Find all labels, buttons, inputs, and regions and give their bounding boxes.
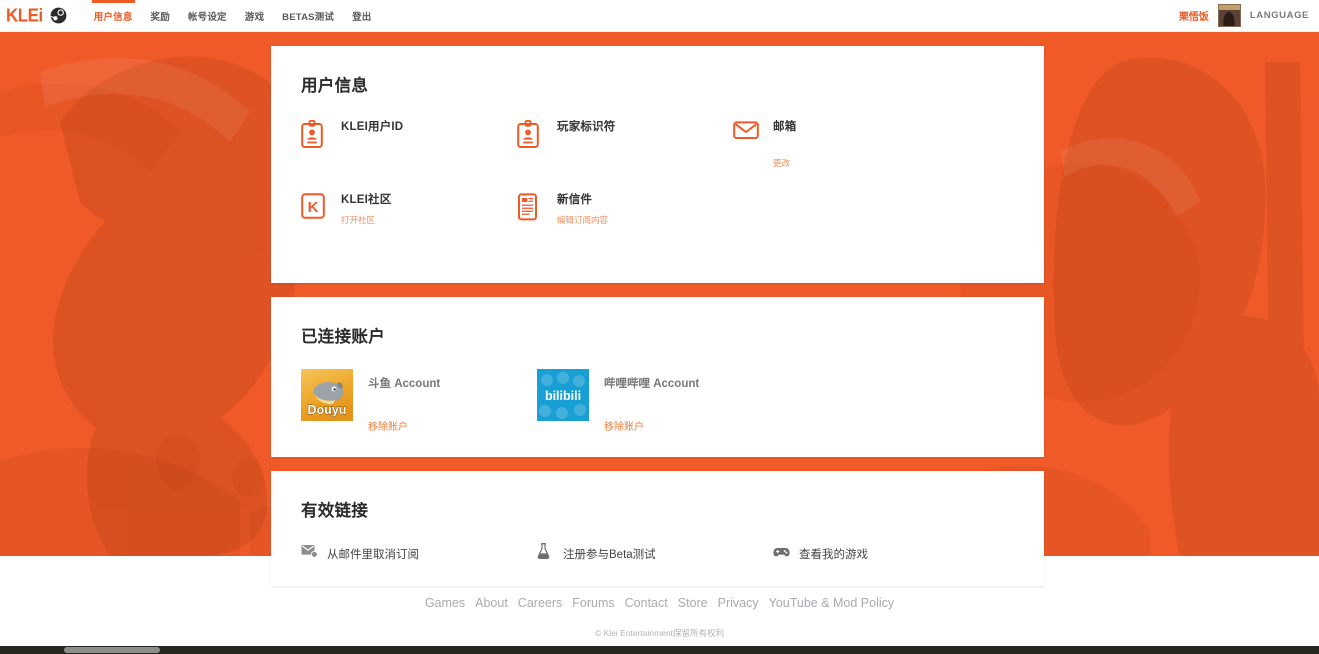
connected-accounts-title: 已连接账户	[301, 323, 1014, 347]
info-value	[557, 137, 733, 149]
info-body: 邮箱 更改	[773, 118, 949, 171]
avatar[interactable]	[1218, 4, 1241, 27]
user-info-card: 用户信息 KLEI用户ID	[271, 46, 1044, 283]
remove-account-link-douyu[interactable]: 移除账户	[368, 422, 408, 433]
mail-unsubscribe-icon	[301, 544, 318, 563]
brand-area[interactable]: KLEi	[0, 6, 67, 26]
envelope-icon	[733, 118, 759, 171]
connected-account-bilibili: bilibili 哔哩哔哩 Account 移除账户	[537, 369, 773, 435]
steam-icon[interactable]	[50, 7, 67, 24]
link-my-games[interactable]: 查看我的游戏	[773, 543, 1009, 564]
nav-item-rewards[interactable]: 奖励	[142, 0, 179, 32]
info-item-email: 邮箱 更改	[733, 118, 949, 171]
account-name: 斗鱼 Account	[368, 375, 440, 391]
account-details: 斗鱼 Account 移除账户	[368, 369, 440, 435]
change-email-link[interactable]: 更改	[773, 157, 790, 169]
open-community-link[interactable]: 打开社区	[341, 214, 375, 226]
link-label: 查看我的游戏	[799, 546, 868, 562]
id-badge-icon	[517, 118, 543, 171]
nav-label: BETAS测试	[282, 9, 334, 23]
user-info-title: 用户信息	[301, 72, 1014, 96]
info-label: KLEI用户ID	[341, 118, 517, 134]
nav-item-account-settings[interactable]: 帐号设定	[179, 0, 236, 32]
useful-links-title: 有效链接	[301, 497, 1014, 521]
main-nav: 用户信息 奖励 帐号设定 游戏 BETAS测试 登出	[85, 0, 381, 32]
nav-item-games[interactable]: 游戏	[236, 0, 273, 32]
info-value	[773, 137, 949, 149]
horizontal-scrollbar[interactable]	[0, 646, 1319, 654]
nav-item-betas[interactable]: BETAS测试	[273, 0, 343, 32]
info-label: 新信件	[557, 191, 733, 207]
nav-label: 登出	[352, 9, 371, 23]
avatar-figure	[1224, 12, 1235, 26]
info-body: 玩家标识符	[557, 118, 733, 171]
username-label[interactable]: 栗悟饭	[1179, 8, 1209, 23]
info-item-newsletter: 新信件 编辑订阅内容	[517, 191, 733, 241]
gamepad-icon	[773, 545, 790, 563]
avatar-top-band	[1219, 5, 1240, 10]
id-badge-icon	[301, 118, 327, 171]
info-value	[341, 137, 517, 149]
account-name: 哔哩哔哩 Account	[604, 375, 699, 391]
user-info-grid: KLEI用户ID 玩家标识符	[301, 118, 1014, 261]
language-selector[interactable]: LANGUAGE	[1250, 10, 1309, 21]
useful-links-list: 从邮件里取消订阅 注册参与Beta测试	[301, 543, 1014, 564]
info-body: 新信件 编辑订阅内容	[557, 191, 733, 241]
top-navigation-bar: KLEi 用户信息 奖励 帐号设定 游戏 BETAS测试 登出	[0, 0, 1319, 32]
flask-icon	[537, 543, 554, 564]
info-body: KLEI社区 打开社区	[341, 191, 517, 241]
copyright-text: © Klei Entertainment保留所有权利	[595, 627, 724, 639]
account-details: 哔哩哔哩 Account 移除账户	[604, 369, 699, 435]
newspaper-icon	[517, 191, 543, 241]
edit-subscription-link[interactable]: 编辑订阅内容	[557, 214, 608, 226]
nav-label: 帐号设定	[188, 9, 227, 23]
info-label: 玩家标识符	[557, 118, 733, 134]
info-item-klei-community: K KLEI社区 打开社区	[301, 191, 517, 241]
scrollbar-thumb[interactable]	[64, 647, 160, 653]
nav-item-user-info[interactable]: 用户信息	[85, 0, 142, 32]
link-label: 从邮件里取消订阅	[327, 546, 419, 562]
k-box-icon: K	[301, 191, 327, 241]
svg-text:K: K	[308, 199, 319, 216]
info-item-player-identifier: 玩家标识符	[517, 118, 733, 171]
info-label: 邮箱	[773, 118, 949, 134]
info-body: KLEI用户ID	[341, 118, 517, 171]
remove-account-link-bilibili[interactable]: 移除账户	[604, 422, 644, 433]
header-user-area: 栗悟饭 LANGUAGE	[1179, 4, 1319, 27]
nav-label: 游戏	[245, 9, 264, 23]
link-beta-signup[interactable]: 注册参与Beta测试	[537, 543, 773, 564]
connected-account-douyu: Douyu 斗鱼 Account 移除账户	[301, 369, 537, 435]
bilibili-logo: bilibili	[537, 369, 589, 421]
info-label: KLEI社区	[341, 191, 517, 207]
link-label: 注册参与Beta测试	[563, 546, 656, 562]
useful-links-card: 有效链接 从邮件里取消订阅	[271, 471, 1044, 586]
douyu-logo: Douyu	[301, 369, 353, 421]
link-unsubscribe-email[interactable]: 从邮件里取消订阅	[301, 543, 537, 564]
info-item-klei-user-id: KLEI用户ID	[301, 118, 517, 171]
main-content: 用户信息 KLEI用户ID	[271, 46, 1044, 600]
svg-text:Douyu: Douyu	[308, 403, 347, 417]
connected-accounts-list: Douyu 斗鱼 Account 移除账户 bili	[301, 369, 1014, 435]
klei-logo[interactable]: KLEi	[6, 5, 43, 27]
svg-text:bilibili: bilibili	[545, 389, 581, 403]
nav-label: 用户信息	[94, 9, 133, 23]
nav-item-logout[interactable]: 登出	[343, 0, 380, 32]
nav-label: 奖励	[151, 9, 170, 23]
connected-accounts-card: 已连接账户	[271, 297, 1044, 457]
